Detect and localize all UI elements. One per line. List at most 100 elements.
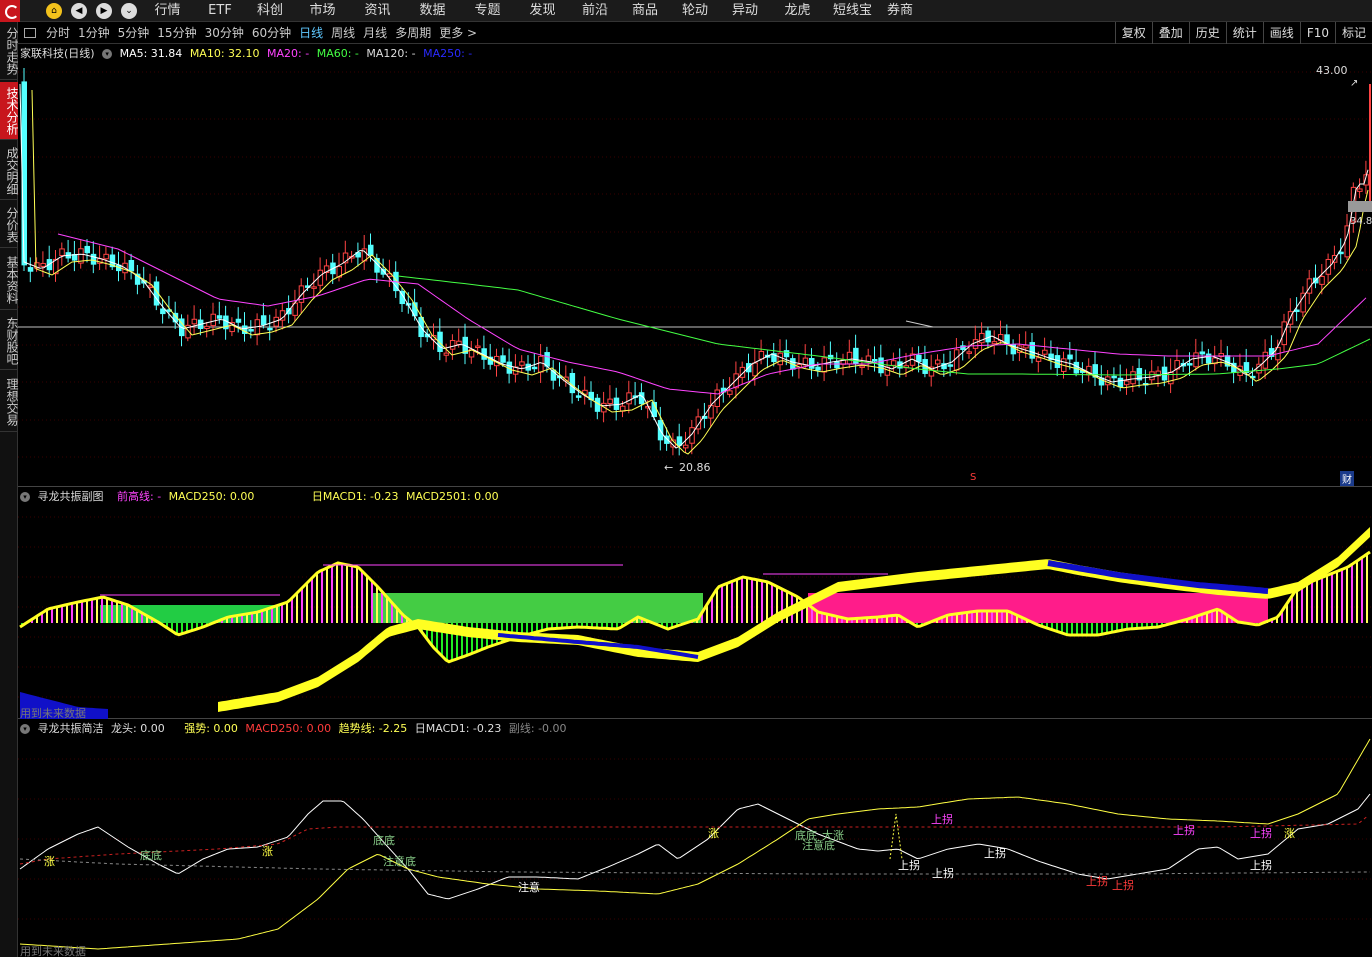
menu-item[interactable]: 专题 [460,0,515,22]
menu-item[interactable]: 发现 [515,0,570,22]
candle-body [575,395,582,398]
left-tab[interactable]: 理想交易 [0,372,19,432]
event-cai-marker[interactable]: 财 [1340,471,1354,486]
xl-macd250-value: MACD250: 0.00 [245,722,332,735]
signal-label: 底底 [140,849,162,862]
period-tab[interactable]: 30分钟 [205,22,244,44]
left-tab[interactable]: 基本资料 [0,250,19,310]
menu-item[interactable]: 轮动 [670,0,720,22]
menu-item[interactable]: ETF [195,0,245,22]
settings-icon[interactable]: ▾ [102,49,113,59]
panel-toggle-icon[interactable] [24,28,36,38]
high-price-label: 43.00 [1316,64,1348,77]
candle-body [1042,349,1048,355]
tool-button[interactable]: 标记 [1334,22,1372,44]
collapse-icon[interactable]: ▾ [20,492,30,502]
candle-body [752,362,758,377]
candle-body [531,366,538,370]
period-tab[interactable]: 更多 > [439,22,477,44]
candle-body [27,267,34,272]
menu-item[interactable]: 异动 [720,0,770,22]
candle-body [204,325,210,329]
candle-body [267,327,273,331]
menu-item[interactable]: 商品 [620,0,670,22]
dropdown-icon[interactable]: ⌄ [121,3,137,19]
collapse-icon[interactable]: ▾ [20,724,30,734]
candle-body [966,351,972,354]
home-icon[interactable]: ⌂ [46,3,62,19]
candle-body [449,340,456,350]
menu-item[interactable]: 市场 [295,0,350,22]
app-logo-icon[interactable] [0,0,20,22]
candle-body [1193,352,1199,368]
period-bar: 分时 1分钟 5分钟 15分钟 30分钟 60分钟 日线 周线 月线 多周期 更多 > 复权 叠加 历史… [18,22,1372,44]
candle-body [1111,375,1117,379]
macd-subpanel[interactable]: ▾ 寻龙共振副图 前高线: - MACD250: 0.00 日MACD1: -0… [18,487,1372,720]
left-tab[interactable]: 东财股吧 [0,312,19,370]
period-tab[interactable]: 15分钟 [157,22,196,44]
menu-item[interactable]: 资讯 [350,0,405,22]
tool-button[interactable]: 画线 [1262,22,1300,44]
menu-item[interactable]: 券商 [880,0,920,22]
candle-body [607,398,613,405]
signal-label: 大涨 [822,829,844,842]
period-tab[interactable]: 多周期 [395,22,431,44]
left-tab[interactable]: 成交明细 [0,142,19,200]
menu-item[interactable]: 数据 [405,0,460,22]
period-tab[interactable]: 分时 [46,22,70,44]
forward-icon[interactable]: ▶ [96,3,112,19]
kline-chart[interactable] [18,44,1372,487]
back-icon[interactable]: ◀ [71,3,87,19]
left-tab[interactable]: 分时走势 [0,22,19,80]
candle-body [683,444,689,449]
xunlong-chart[interactable] [18,719,1372,957]
left-tab[interactable]: 技术分析 [0,82,19,140]
event-s-marker[interactable]: S [970,472,976,483]
macd250-dashed-line [19,815,1369,865]
ma20-line [57,233,1367,395]
signal-label: 涨 [262,845,273,858]
ma10-line [31,89,1369,455]
candle-body [953,349,960,371]
green-block [373,593,703,623]
menu-item[interactable]: 龙虎 [770,0,825,22]
candle-body [71,254,78,261]
qiangshi-line [19,738,1371,950]
period-tab[interactable]: 日线 [299,22,323,44]
period-tab[interactable]: 5分钟 [118,22,150,44]
ma60-value: MA60: - [316,47,359,60]
menu-item[interactable]: 行情 [140,0,195,22]
tool-button[interactable]: F10 [1299,22,1335,44]
candle-body [1130,371,1136,385]
high-arrow-icon: ↗ [1350,78,1359,89]
period-tab[interactable]: 1分钟 [78,22,110,44]
kline-panel[interactable]: 家联科技(日线) ▾ MA5: 31.84 MA10: 32.10 MA20: … [18,44,1372,487]
candle-body [160,308,166,315]
candle-body [972,339,979,349]
candle-body [834,361,840,369]
tool-button[interactable]: 叠加 [1151,22,1189,44]
left-tab[interactable]: 分价表 [0,202,19,248]
tool-button[interactable]: 复权 [1114,22,1152,44]
menu-item[interactable]: 科创 [245,0,295,22]
candle-body [1023,344,1029,349]
tool-button[interactable]: 统计 [1225,22,1263,44]
candle-body [947,364,954,367]
period-tab[interactable]: 月线 [363,22,387,44]
xunlong-subpanel[interactable]: ▾ 寻龙共振简洁 龙头: 0.00 强势: 0.00 MACD250: 0.00… [18,719,1372,957]
candle-body [916,354,922,362]
candle-body [500,355,506,363]
menu-item[interactable]: 短线宝 [825,0,880,22]
period-tabs: 分时 1分钟 5分钟 15分钟 30分钟 60分钟 日线 周线 月线 多周期 更多 > [18,22,485,44]
candle-body [1319,275,1325,285]
stock-name: 家联科技(日线) [20,47,95,60]
macd-chart[interactable] [18,487,1372,719]
period-tab[interactable]: 60分钟 [252,22,291,44]
candle-body [210,313,216,327]
menu-item[interactable]: 前沿 [570,0,620,22]
signal-label: 涨 [708,827,719,840]
period-tab[interactable]: 周线 [331,22,355,44]
ma20-value: MA20: - [267,47,310,60]
candle-body [456,340,462,346]
tool-button[interactable]: 历史 [1188,22,1226,44]
